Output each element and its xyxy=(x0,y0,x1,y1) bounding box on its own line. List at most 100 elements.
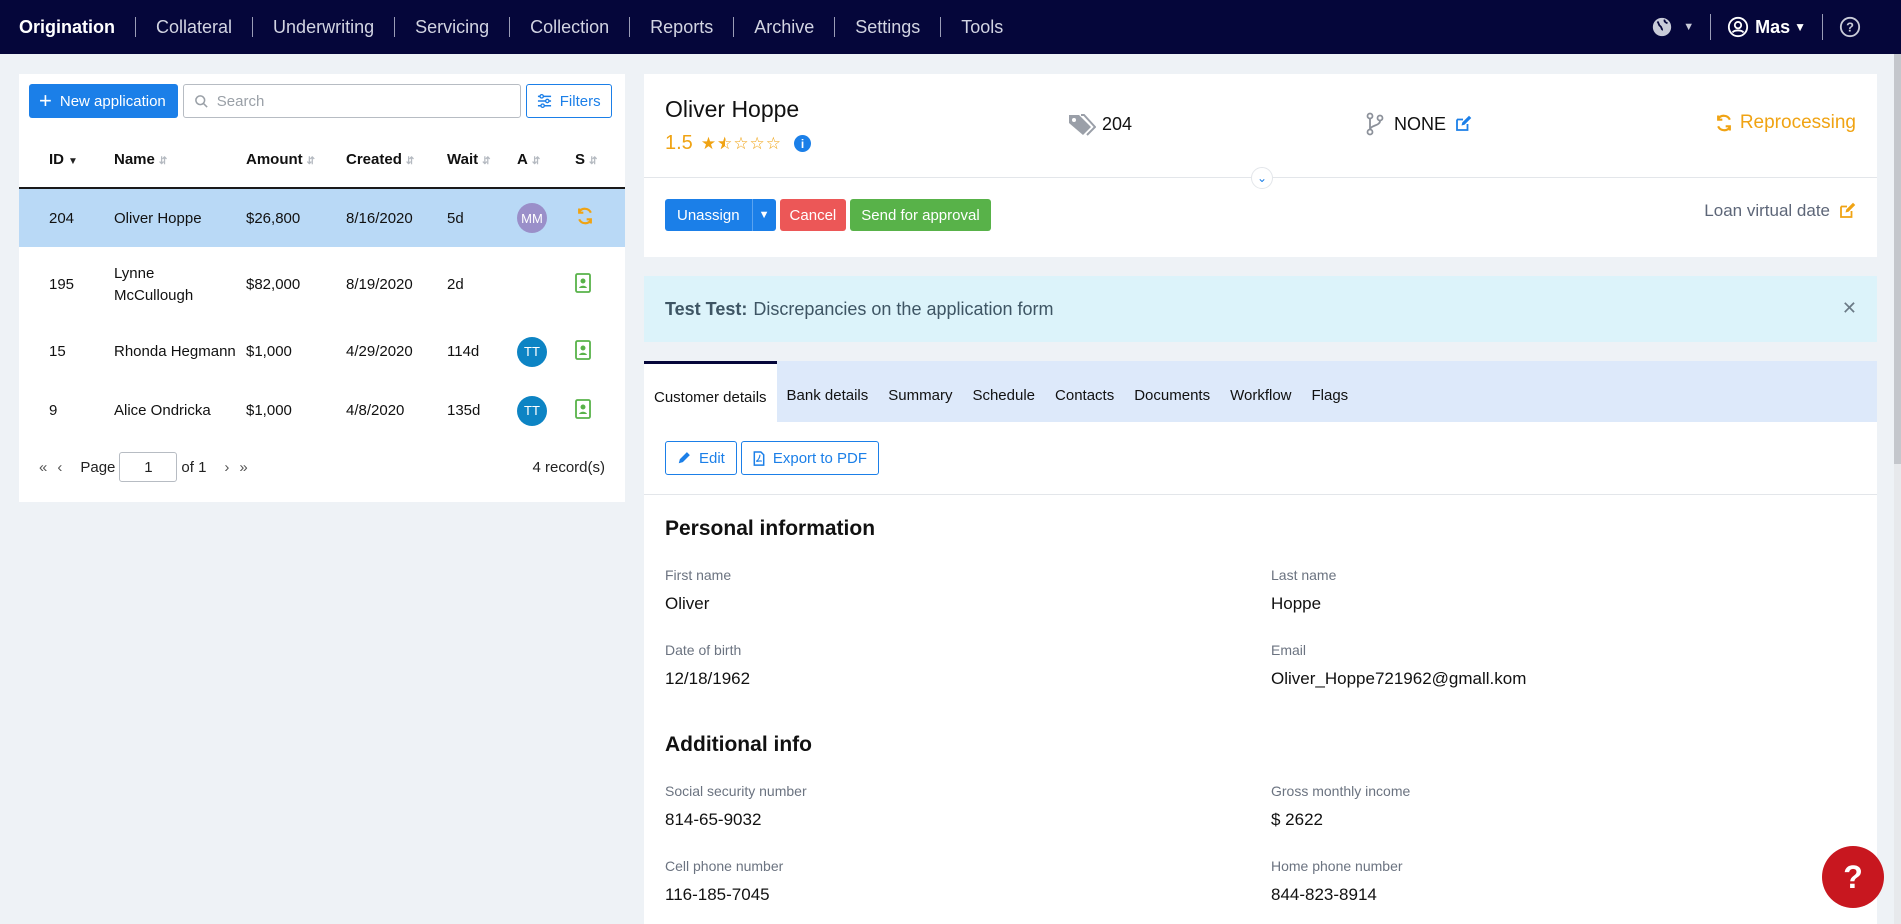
user-circle-icon xyxy=(1728,16,1749,38)
field-label: First name xyxy=(665,567,732,583)
new-application-label: New application xyxy=(59,92,166,110)
cell-status xyxy=(575,322,625,381)
cell-name: Lynne McCullough xyxy=(114,264,194,304)
cell-id: 15 xyxy=(49,343,66,360)
status-text: Reprocessing xyxy=(1739,112,1856,133)
page-input[interactable]: 1 xyxy=(119,452,178,482)
tab-workflow[interactable]: Workflow xyxy=(1220,361,1301,422)
cell-created: 4/29/2020 xyxy=(346,343,413,360)
field-value: Oliver_Hoppe721962@gmall.kom xyxy=(1271,669,1527,688)
cell-wait: 5d xyxy=(447,209,464,227)
rating: 1.5 ★☆★☆☆☆ i xyxy=(665,132,812,155)
divider xyxy=(1822,14,1823,40)
nav-collection[interactable]: Collection xyxy=(510,17,631,37)
filters-button[interactable]: Filters xyxy=(525,84,612,118)
field-value: $ 2622 xyxy=(1271,810,1323,829)
table-row[interactable]: 15 Rhonda Hegmann $1,000 4/29/2020 114d … xyxy=(19,322,625,381)
table-row[interactable]: 195 Lynne McCullough $82,000 8/19/2020 2… xyxy=(19,247,625,322)
detail-tabs: Customer details Bank details Summary Sc… xyxy=(644,361,1877,422)
table-row[interactable]: 9 Alice Ondricka $1,000 4/8/2020 135d TT xyxy=(19,381,625,440)
status-badge: Reprocessing xyxy=(1714,112,1856,134)
edit-icon[interactable] xyxy=(1454,115,1472,133)
page-label: Page xyxy=(80,458,116,476)
note-alert: Test Test: Discrepancies on the applicat… xyxy=(644,276,1877,342)
column-header-id[interactable]: ID ▼ xyxy=(19,131,114,189)
cell-wait: 2d xyxy=(447,276,464,293)
cell-name: Oliver Hoppe xyxy=(114,209,202,227)
table-header-row: ID ▼ Name ⇵ Amount ⇵ Created ⇵ Wait ⇵ A ⇵ S ⇵ xyxy=(19,131,625,189)
user-menu[interactable]: Mas ▼ xyxy=(1727,16,1806,38)
page-count: of 1 xyxy=(181,458,207,476)
nav-origination[interactable]: Origination xyxy=(19,17,136,37)
column-header-assignee[interactable]: A ⇵ xyxy=(517,131,575,189)
loan-virtual-date[interactable]: Loan virtual date xyxy=(1704,201,1856,221)
tab-flags[interactable]: Flags xyxy=(1302,361,1359,422)
table-row[interactable]: 204 Oliver Hoppe $26,800 8/16/2020 5d MM xyxy=(19,188,625,247)
chevron-down-icon: ▼ xyxy=(1794,20,1806,34)
search-placeholder: Search xyxy=(216,92,265,110)
field-email: Email Oliver_Hoppe721962@gmall.kom xyxy=(1271,642,1526,689)
column-header-wait[interactable]: Wait ⇵ xyxy=(447,131,517,189)
nav-underwriting[interactable]: Underwriting xyxy=(253,17,396,37)
cell-created: 8/19/2020 xyxy=(346,276,413,293)
field-value: 814-65-9032 xyxy=(665,810,762,829)
nav-reports[interactable]: Reports xyxy=(630,17,735,37)
column-header-status[interactable]: S ⇵ xyxy=(575,131,625,189)
info-icon[interactable]: i xyxy=(794,135,812,152)
edit-icon[interactable] xyxy=(1838,202,1856,220)
new-application-button[interactable]: + New application xyxy=(29,84,178,118)
help-circle-icon[interactable]: ? xyxy=(1839,16,1861,38)
field-label: Email xyxy=(1271,642,1307,658)
avatar: TT xyxy=(517,336,547,367)
globe-icon xyxy=(1653,17,1672,37)
help-button[interactable]: ? xyxy=(1822,846,1884,908)
send-for-approval-button[interactable]: Send for approval xyxy=(850,199,991,231)
avatar: TT xyxy=(517,395,547,426)
tab-documents[interactable]: Documents xyxy=(1124,361,1220,422)
cell-amount: $82,000 xyxy=(246,276,301,293)
tab-bank-details[interactable]: Bank details xyxy=(777,361,879,422)
column-header-name[interactable]: Name ⇵ xyxy=(114,131,246,189)
contact-card-icon xyxy=(575,339,591,360)
field-gross-monthly-income: Gross monthly income $ 2622 xyxy=(1271,783,1410,830)
unassign-button[interactable]: Unassign ▼ xyxy=(665,199,776,231)
rating-value: 1.5 xyxy=(665,132,693,154)
applications-table: ID ▼ Name ⇵ Amount ⇵ Created ⇵ Wait ⇵ A ⇵ S ⇵ 2… xyxy=(19,131,625,440)
last-page-icon[interactable]: » xyxy=(239,459,247,476)
field-ssn: Social security number 814-65-9032 xyxy=(665,783,807,830)
nav-settings[interactable]: Settings xyxy=(835,17,942,37)
column-header-amount[interactable]: Amount ⇵ xyxy=(246,131,346,189)
customer-details-card: Customer details Bank details Summary Sc… xyxy=(644,361,1877,924)
refresh-icon xyxy=(578,207,592,225)
chevron-down-icon[interactable]: ▼ xyxy=(751,199,776,231)
tab-summary[interactable]: Summary xyxy=(878,361,962,422)
field-label: Home phone number xyxy=(1271,858,1403,874)
nav-collateral[interactable]: Collateral xyxy=(136,17,254,37)
nav-right: ▼ Mas ▼ ? xyxy=(1651,0,1861,54)
language-menu[interactable]: ▼ xyxy=(1651,16,1694,38)
prev-page-icon[interactable]: ‹ xyxy=(57,459,62,476)
first-page-icon[interactable]: « xyxy=(39,459,47,476)
cell-status xyxy=(575,247,625,322)
search-icon xyxy=(194,94,208,108)
cancel-button[interactable]: Cancel xyxy=(779,199,847,231)
tab-schedule[interactable]: Schedule xyxy=(962,361,1045,422)
applicant-name: Oliver Hoppe xyxy=(665,96,800,122)
export-pdf-button[interactable]: Export to PDF xyxy=(740,441,880,475)
nav-servicing[interactable]: Servicing xyxy=(395,17,511,37)
expand-chevron-icon[interactable]: ⌄ xyxy=(1251,167,1273,189)
next-page-icon[interactable]: › xyxy=(224,459,229,476)
column-header-created[interactable]: Created ⇵ xyxy=(346,131,447,189)
nav-tools[interactable]: Tools xyxy=(941,17,1023,37)
cell-created: 4/8/2020 xyxy=(346,402,405,419)
edit-button[interactable]: Edit xyxy=(665,441,737,475)
search-input[interactable]: Search xyxy=(182,84,521,118)
tab-customer-details[interactable]: Customer details xyxy=(644,361,777,422)
page-scrollbar[interactable] xyxy=(1894,54,1901,924)
pencil-icon xyxy=(678,452,690,464)
nav-archive[interactable]: Archive xyxy=(734,17,836,37)
tab-contacts[interactable]: Contacts xyxy=(1045,361,1124,422)
close-icon[interactable]: ✕ xyxy=(1842,298,1857,319)
scrollbar-thumb[interactable] xyxy=(1894,54,1901,464)
field-label: Social security number xyxy=(665,783,807,799)
